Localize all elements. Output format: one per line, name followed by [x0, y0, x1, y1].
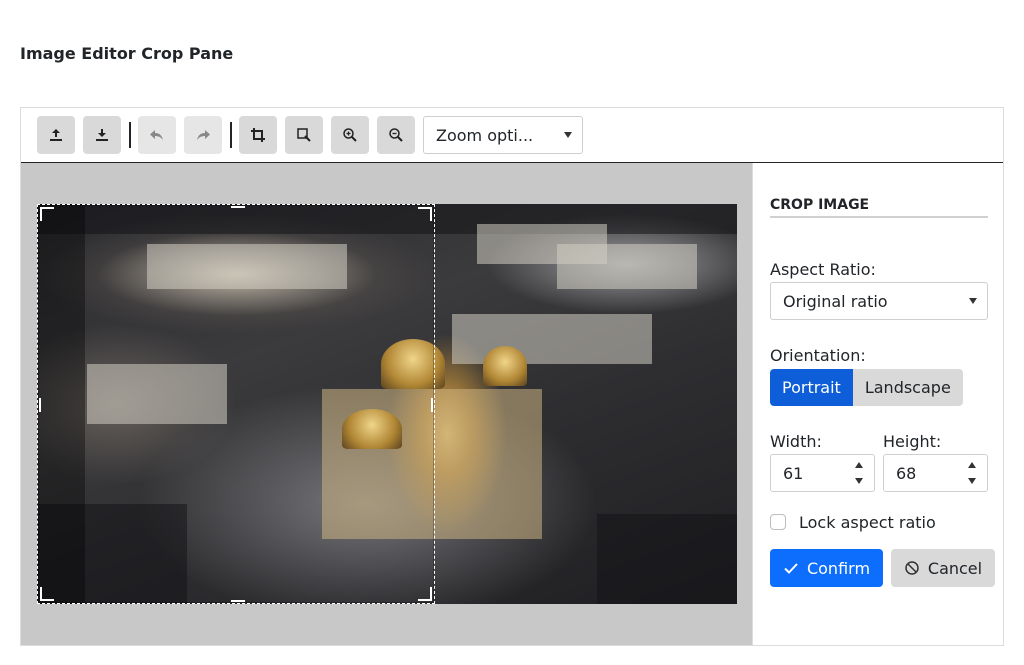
- height-value: 68: [896, 463, 917, 483]
- zoom-options-select[interactable]: Zoom opti...: [423, 116, 583, 154]
- chevron-down-icon: [564, 132, 572, 138]
- width-input[interactable]: 61: [770, 454, 875, 492]
- redo-icon: [197, 130, 210, 140]
- check-icon: [784, 563, 798, 574]
- width-label: Width:: [770, 432, 822, 451]
- crop-handle-bottom-left[interactable]: [40, 587, 54, 601]
- lock-aspect-ratio-checkbox[interactable]: [770, 514, 786, 530]
- crop-handle-bottom[interactable]: [231, 600, 245, 602]
- height-label: Height:: [883, 432, 942, 451]
- aspect-ratio-select[interactable]: Original ratio: [770, 282, 988, 320]
- zoom-fit-button[interactable]: [285, 116, 323, 154]
- zoom-out-icon: [389, 128, 403, 142]
- orientation-landscape-button[interactable]: Landscape: [852, 369, 963, 406]
- page-title: Image Editor Crop Pane: [20, 44, 234, 63]
- width-value: 61: [783, 463, 804, 483]
- crop-handle-top[interactable]: [231, 206, 245, 208]
- download-button[interactable]: [83, 116, 121, 154]
- lock-aspect-ratio-label[interactable]: Lock aspect ratio: [799, 513, 936, 532]
- crop-panel-heading: CROP IMAGE: [770, 197, 988, 218]
- increment-icon[interactable]: [959, 457, 985, 473]
- upload-icon: [50, 129, 62, 141]
- crop-handle-top-left[interactable]: [40, 207, 54, 221]
- aspect-ratio-label: Aspect Ratio:: [770, 260, 876, 279]
- undo-button[interactable]: [138, 116, 176, 154]
- zoom-in-button[interactable]: [331, 116, 369, 154]
- increment-icon[interactable]: [846, 457, 872, 473]
- crop-button[interactable]: [239, 116, 277, 154]
- toolbar-divider: [230, 122, 232, 148]
- crop-handle-bottom-right[interactable]: [418, 587, 432, 601]
- zoom-options-value: Zoom opti...: [436, 125, 534, 145]
- crop-panel: CROP IMAGE Aspect Ratio: Original ratio …: [752, 163, 1003, 645]
- toolbar: Zoom opti...: [21, 108, 1003, 163]
- download-icon: [96, 129, 108, 141]
- cancel-button[interactable]: Cancel: [891, 549, 995, 587]
- aspect-ratio-value: Original ratio: [783, 291, 888, 311]
- toolbar-divider: [129, 122, 131, 148]
- lock-aspect-ratio-row: Lock aspect ratio: [770, 512, 936, 532]
- confirm-button[interactable]: Confirm: [770, 549, 883, 587]
- image-editor: Zoom opti... CROP IMAGE Aspect Ratio: Or…: [20, 107, 1004, 646]
- upload-button[interactable]: [37, 116, 75, 154]
- width-stepper[interactable]: [846, 457, 872, 489]
- zoom-out-button[interactable]: [377, 116, 415, 154]
- ban-icon: [905, 561, 919, 575]
- cancel-label: Cancel: [927, 558, 983, 578]
- zoom-fit-icon: [297, 128, 311, 142]
- undo-icon: [150, 130, 163, 140]
- crop-handle-right[interactable]: [431, 398, 433, 412]
- orientation-label: Orientation:: [770, 346, 866, 365]
- height-input[interactable]: 68: [883, 454, 988, 492]
- orientation-portrait-button[interactable]: Portrait: [770, 369, 853, 406]
- cathedral-night-photo: [37, 204, 737, 604]
- crop-selection[interactable]: [37, 204, 435, 604]
- chevron-down-icon: [969, 298, 977, 304]
- height-stepper[interactable]: [959, 457, 985, 489]
- redo-button[interactable]: [184, 116, 222, 154]
- crop-handle-left[interactable]: [39, 398, 41, 412]
- canvas-area: [21, 163, 752, 645]
- decrement-icon[interactable]: [959, 473, 985, 489]
- confirm-label: Confirm: [806, 558, 871, 578]
- orientation-toggle: Portrait Landscape: [770, 369, 963, 406]
- crop-handle-top-right[interactable]: [418, 207, 432, 221]
- zoom-in-icon: [343, 128, 357, 142]
- decrement-icon[interactable]: [846, 473, 872, 489]
- crop-icon: [251, 128, 265, 142]
